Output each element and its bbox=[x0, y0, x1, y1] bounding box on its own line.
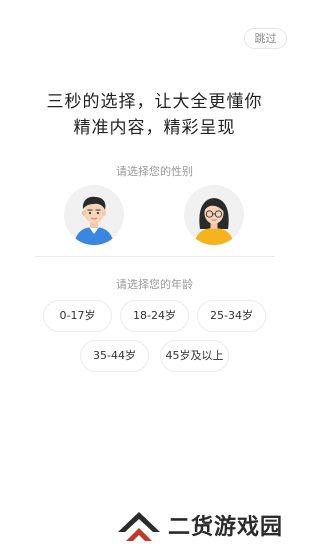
gender-section-title: 请选择您的性别 bbox=[116, 165, 193, 178]
male-avatar-icon bbox=[64, 185, 124, 245]
age-gender-onboarding-screen: 跳过 三秒的选择，让大全更懂你 精准内容，精彩呈现 请选择您的性别 请选择您的年… bbox=[0, 0, 309, 550]
watermark-text: 二货游戏园 bbox=[168, 515, 284, 540]
female-avatar-icon bbox=[184, 185, 244, 245]
headline-line-2: 精准内容，精彩呈现 bbox=[73, 118, 236, 138]
age-option-0-17[interactable]: 0-17岁 bbox=[43, 300, 112, 332]
female-option[interactable] bbox=[184, 185, 244, 245]
age-option-35-44[interactable]: 35-44岁 bbox=[80, 340, 149, 372]
age-section-title: 请选择您的年龄 bbox=[116, 278, 193, 291]
age-option-18-24[interactable]: 18-24岁 bbox=[120, 300, 189, 332]
section-divider bbox=[35, 256, 275, 257]
site-watermark: 二货游戏园 bbox=[116, 504, 306, 542]
age-option-45-plus[interactable]: 45岁及以上 bbox=[160, 340, 229, 372]
headline: 三秒的选择，让大全更懂你 精准内容，精彩呈现 bbox=[0, 89, 309, 141]
male-option[interactable] bbox=[64, 185, 124, 245]
skip-button[interactable]: 跳过 bbox=[244, 28, 287, 49]
watermark-logo-icon bbox=[118, 512, 160, 541]
headline-line-1: 三秒的选择，让大全更懂你 bbox=[46, 92, 263, 112]
age-option-25-34[interactable]: 25-34岁 bbox=[197, 300, 266, 332]
